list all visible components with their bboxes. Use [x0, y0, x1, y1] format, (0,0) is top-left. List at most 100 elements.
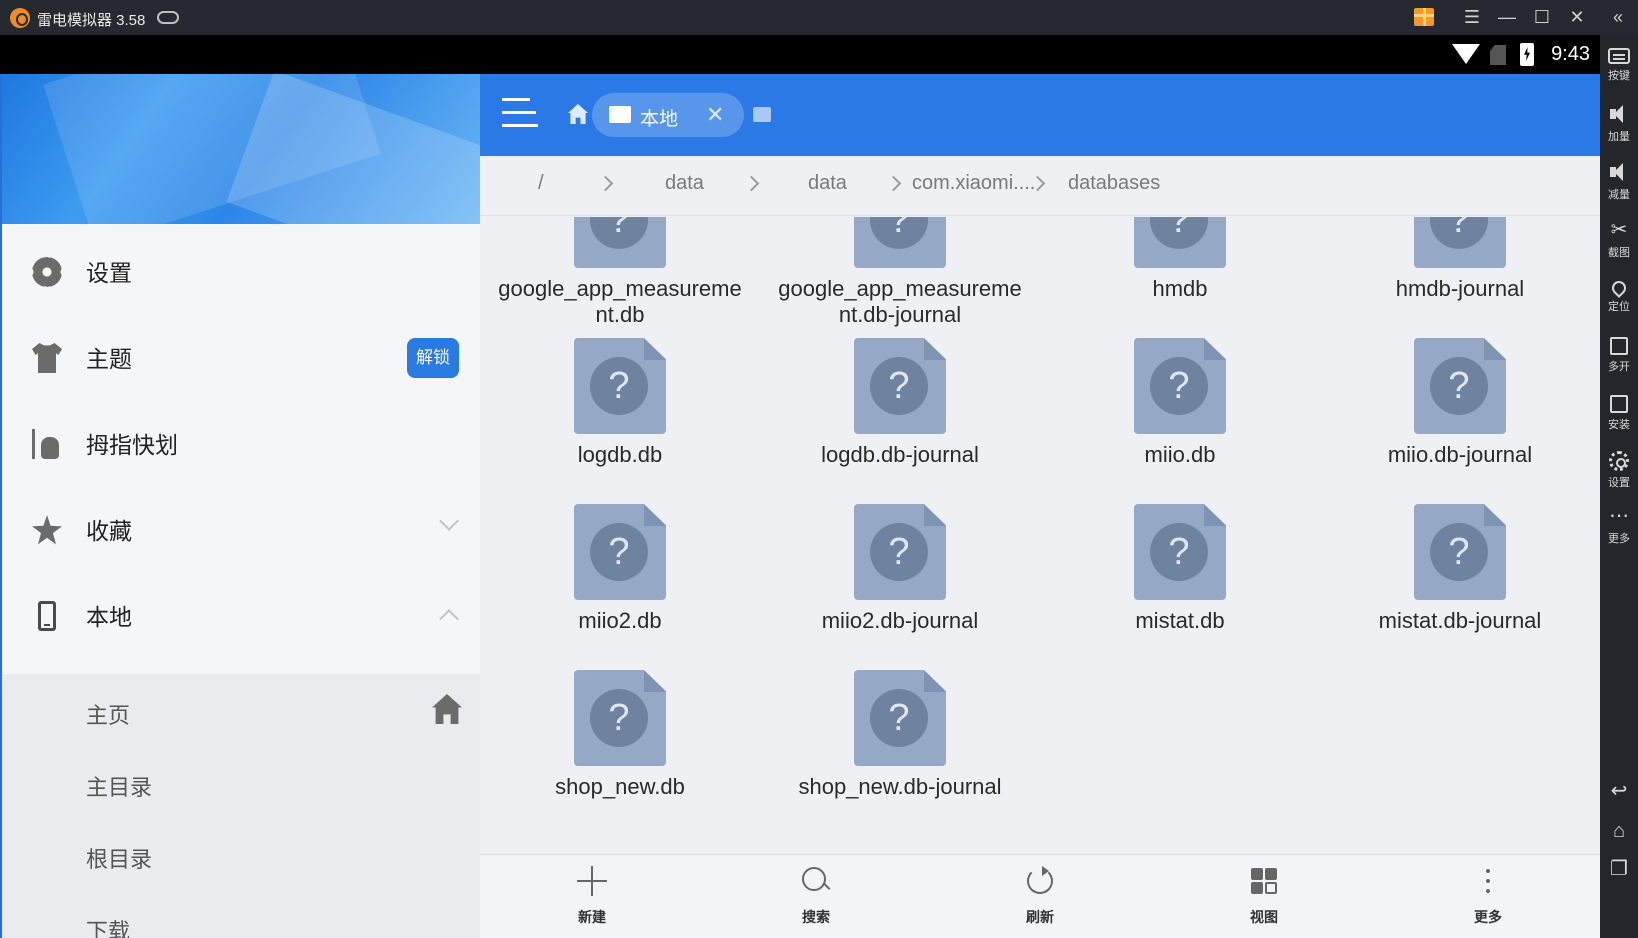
question-mark-icon: ?	[1430, 523, 1488, 581]
close-tab-icon[interactable]: ✕	[706, 102, 724, 128]
device-icon	[609, 106, 631, 123]
screenshot-tool[interactable]: ✂ 截图	[1600, 219, 1638, 260]
more-vertical-icon	[1472, 865, 1504, 897]
local-submenu: 主页 主目录 根目录 下载	[2, 674, 480, 938]
menu-button[interactable]: ☰	[1459, 6, 1485, 28]
minimize-button[interactable]: —	[1494, 6, 1520, 28]
apk-install-tool[interactable]: 安装	[1600, 393, 1638, 432]
question-mark-icon: ?	[870, 357, 928, 415]
phone-icon	[38, 601, 56, 631]
file-item[interactable]: ? hmdb-journal	[1320, 217, 1600, 337]
file-item[interactable]: ? miio2.db-journal	[760, 504, 1040, 669]
file-item[interactable]: ? hmdb	[1040, 217, 1320, 337]
swipe-hand-icon	[32, 429, 62, 459]
file-item[interactable]: ? mistat.db-journal	[1320, 504, 1600, 669]
gift-icon[interactable]	[1414, 8, 1434, 26]
file-item[interactable]: ? shop_new.db-journal	[760, 670, 1040, 835]
volume-down-icon	[1608, 161, 1630, 183]
collapse-sidebar-button[interactable]: «	[1605, 6, 1631, 28]
file-item[interactable]: ? miio.db	[1040, 338, 1320, 503]
crumb-data-2[interactable]: data	[808, 172, 847, 195]
file-name: miio2.db-journal	[821, 608, 979, 633]
android-recents-button[interactable]: ❐	[1600, 858, 1638, 883]
sub-item-downloads[interactable]: 下载	[2, 890, 480, 938]
apk-install-icon	[1610, 395, 1628, 413]
question-mark-icon: ?	[590, 357, 648, 415]
action-label: 视图	[1250, 910, 1278, 926]
gamepad-icon[interactable]	[157, 11, 179, 24]
drawer-item-label: 拇指快划	[86, 433, 178, 459]
volume-up-icon	[1608, 103, 1630, 125]
file-item[interactable]: ? shop_new.db	[480, 670, 760, 835]
unlock-button[interactable]: 解锁	[407, 338, 459, 378]
tool-label: 定位	[1608, 300, 1630, 313]
android-home-button[interactable]: ⌂	[1600, 820, 1638, 845]
sub-item-main-directory[interactable]: 主目录	[2, 746, 480, 821]
drawer-item-favorites[interactable]: 收藏	[2, 482, 480, 572]
question-mark-icon: ?	[590, 689, 648, 747]
file-item[interactable]: ? miio2.db	[480, 504, 760, 669]
file-item[interactable]: ? miio.db-journal	[1320, 338, 1600, 503]
crumb-databases[interactable]: databases	[1068, 172, 1160, 195]
keyboard-icon	[1608, 48, 1630, 64]
tab-local[interactable]: 本地 ✕	[592, 93, 744, 137]
question-mark-icon: ?	[870, 523, 928, 581]
location-tool[interactable]: 定位	[1600, 277, 1638, 314]
new-window-icon[interactable]	[753, 107, 771, 122]
settings-tool[interactable]: 设置	[1600, 451, 1638, 490]
more-tool[interactable]: ⋯ 更多	[1600, 505, 1638, 546]
drawer-item-settings[interactable]: 设置	[2, 224, 480, 314]
ldplayer-logo-icon	[10, 8, 30, 28]
close-button[interactable]: ✕	[1564, 6, 1590, 28]
sub-item-label: 根目录	[86, 848, 153, 873]
crumb-root[interactable]: /	[538, 172, 544, 195]
sub-item-home[interactable]: 主页	[2, 674, 480, 749]
action-label: 更多	[1474, 910, 1502, 926]
multi-instance-tool[interactable]: 多开	[1600, 335, 1638, 374]
volume-down-tool[interactable]: 减量	[1600, 161, 1638, 202]
drawer-item-thumb-swipe[interactable]: 拇指快划	[2, 396, 480, 486]
crumb-data[interactable]: data	[665, 172, 704, 195]
app-bar: 本地 ✕	[480, 74, 1600, 156]
emulator-title: 雷电模拟器 3.58	[37, 12, 146, 29]
file-item[interactable]: ? logdb.db-journal	[760, 338, 1040, 503]
tool-label: 安装	[1608, 418, 1630, 431]
keyboard-tool[interactable]: 按键	[1600, 45, 1638, 83]
android-back-button[interactable]: ↩	[1600, 780, 1638, 805]
wifi-icon	[1452, 44, 1480, 64]
chevron-down-icon[interactable]	[439, 511, 459, 531]
sub-item-label: 主页	[86, 704, 131, 729]
drawer-item-label: 收藏	[86, 519, 132, 545]
sub-item-root-directory[interactable]: 根目录	[2, 818, 480, 893]
view-button[interactable]: 视图	[1152, 855, 1376, 938]
home-icon[interactable]	[568, 104, 588, 124]
hamburger-menu-icon[interactable]	[502, 98, 538, 128]
question-mark-icon: ?	[590, 523, 648, 581]
file-name: hmdb-journal	[1395, 276, 1525, 301]
more-button[interactable]: 更多	[1376, 855, 1600, 938]
file-name: shop_new.db	[555, 774, 685, 799]
battery-charging-icon	[1520, 43, 1534, 66]
refresh-button[interactable]: 刷新	[928, 855, 1152, 938]
multi-instance-icon	[1610, 337, 1628, 355]
file-item[interactable]: ? google_app_measureme nt.db	[480, 217, 760, 337]
question-mark-icon: ?	[1150, 523, 1208, 581]
android-screen: 设置 主题 解锁 拇指快划 收藏 本地 主页 主目录 根目录 下载 本地 ✕ /…	[0, 74, 1600, 938]
search-button[interactable]: 搜索	[704, 855, 928, 938]
new-button[interactable]: 新建	[480, 855, 704, 938]
breadcrumb: / data data com.xiaomi.... databases	[480, 156, 1600, 216]
chevron-right-icon	[597, 175, 614, 192]
file-item[interactable]: ? google_app_measureme nt.db-journal	[760, 217, 1040, 337]
file-name: mistat.db-journal	[1378, 608, 1542, 633]
shirt-icon	[32, 343, 62, 373]
volume-up-tool[interactable]: 加量	[1600, 103, 1638, 144]
chevron-up-icon[interactable]	[439, 609, 459, 629]
grid-view-icon	[1248, 865, 1280, 897]
drawer-item-theme[interactable]: 主题 解锁	[2, 310, 480, 400]
maximize-button[interactable]: ☐	[1529, 6, 1555, 28]
file-item[interactable]: ? logdb.db	[480, 338, 760, 503]
refresh-icon	[1024, 865, 1056, 897]
crumb-package[interactable]: com.xiaomi....	[912, 172, 1035, 195]
file-item[interactable]: ? mistat.db	[1040, 504, 1320, 669]
drawer-item-local[interactable]: 本地	[2, 568, 480, 658]
